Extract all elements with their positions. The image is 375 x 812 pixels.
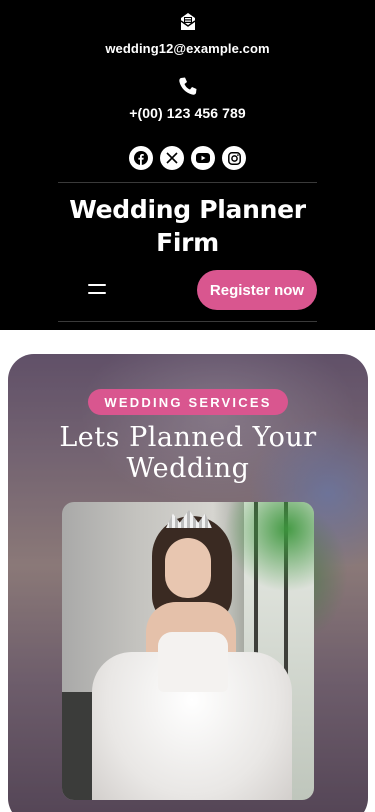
hero-section: WEDDING SERVICES Lets Planned Your Weddi… [8,354,368,812]
phone-contact: +(00) 123 456 789 [0,76,375,121]
social-links [0,146,375,170]
envelope-icon [180,13,195,30]
phone-link[interactable]: +(00) 123 456 789 [0,105,375,121]
site-title[interactable]: Wedding Planner Firm [58,193,317,259]
hero-tag: WEDDING SERVICES [88,389,288,415]
photo-face [165,538,211,598]
header-bar: wedding12@example.com +(00) 123 456 789 … [0,0,375,330]
hamburger-menu-icon[interactable] [88,282,106,296]
email-contact: wedding12@example.com [0,12,375,56]
photo-leaves [224,502,314,592]
email-link[interactable]: wedding12@example.com [0,41,375,56]
youtube-icon[interactable] [191,146,215,170]
register-button[interactable]: Register now [197,270,317,310]
photo-bodice [158,632,228,692]
x-icon[interactable] [160,146,184,170]
bride-photo [62,502,314,800]
hero-title: Lets Planned Your Wedding [59,422,317,484]
instagram-icon[interactable] [222,146,246,170]
header-divider-top [58,182,317,183]
tiara-icon [166,510,212,528]
header-divider-bottom [58,321,317,322]
facebook-icon[interactable] [129,146,153,170]
phone-icon [178,77,196,95]
